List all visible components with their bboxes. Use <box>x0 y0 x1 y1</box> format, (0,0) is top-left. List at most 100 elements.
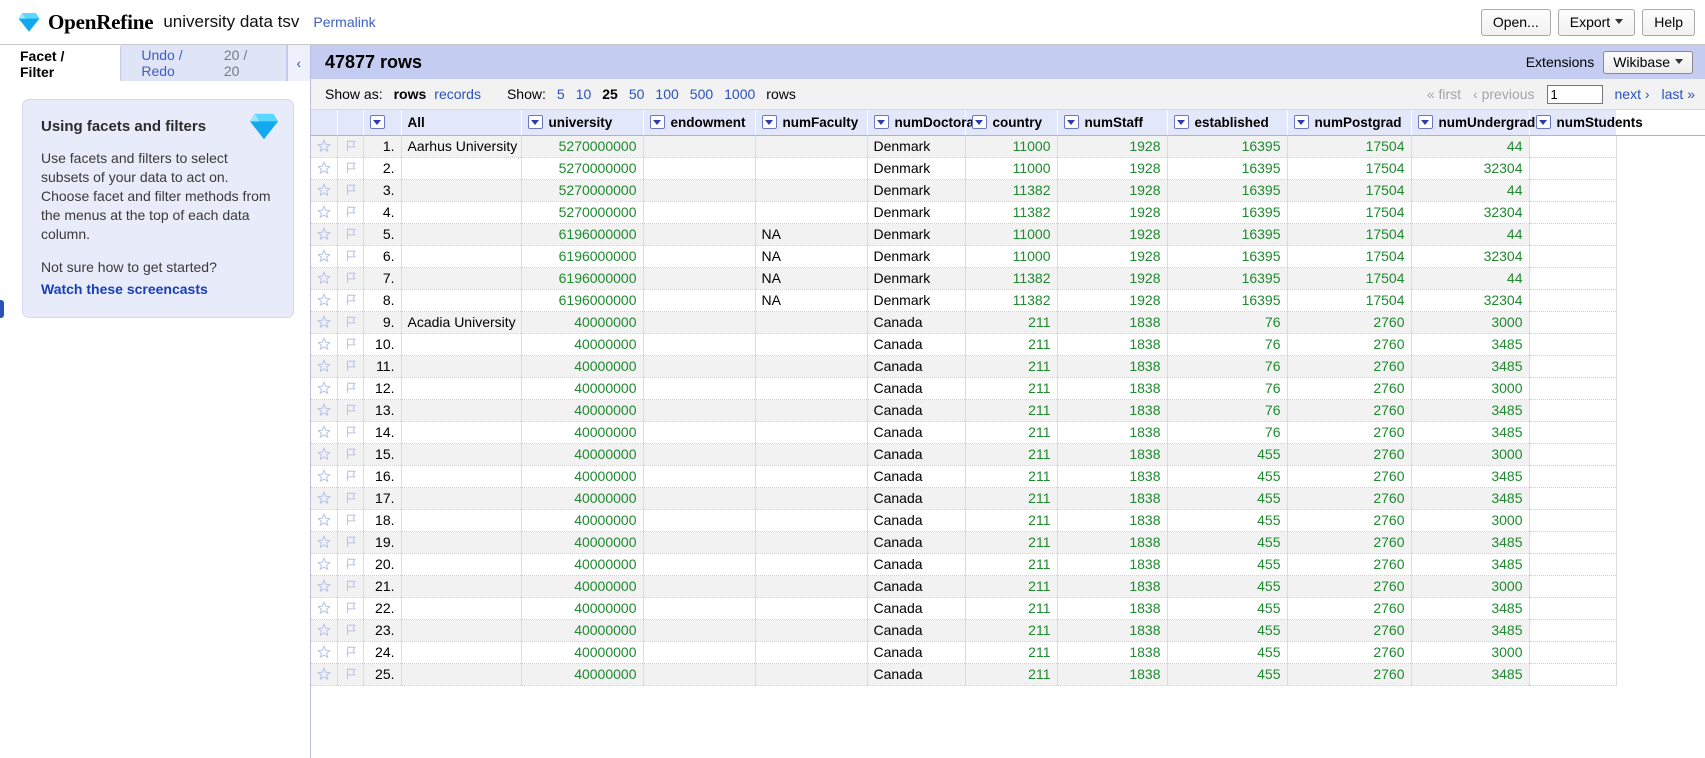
cell-numfaculty[interactable] <box>643 245 756 268</box>
cell-numdoctoral[interactable] <box>755 443 868 466</box>
cell-numpostgrad[interactable]: 76 <box>1167 377 1288 400</box>
table-row[interactable]: 11. 40000000 Canada 211 1838 76 2760 3485 <box>311 355 1705 378</box>
cell-country[interactable]: Canada <box>867 619 966 642</box>
cell-numfaculty[interactable] <box>643 421 756 444</box>
cell-numdoctoral[interactable] <box>755 487 868 510</box>
cell-numundergrad[interactable]: 2760 <box>1287 333 1412 356</box>
cell-numfaculty[interactable] <box>643 399 756 422</box>
cell-endowment[interactable]: 40000000 <box>521 355 644 378</box>
star-icon[interactable] <box>311 377 338 400</box>
header-col-numpostgrad[interactable]: numPostgrad <box>1287 110 1412 136</box>
cell-established[interactable]: 1928 <box>1057 245 1168 268</box>
cell-numfaculty[interactable] <box>643 355 756 378</box>
cell-university[interactable] <box>401 355 522 378</box>
collapse-sidebar-icon[interactable]: ‹ <box>286 45 310 81</box>
star-icon[interactable] <box>311 421 338 444</box>
next-page-link[interactable]: next › <box>1615 86 1650 102</box>
cell-established[interactable]: 1838 <box>1057 399 1168 422</box>
flag-icon[interactable] <box>337 245 364 268</box>
cell-numdoctoral[interactable] <box>755 311 868 334</box>
cell-numdoctoral[interactable]: NA <box>755 245 868 268</box>
cell-numfaculty[interactable] <box>643 377 756 400</box>
cell-numstaff[interactable]: 211 <box>965 487 1058 510</box>
cell-numfaculty[interactable] <box>643 223 756 246</box>
cell-numdoctoral[interactable] <box>755 421 868 444</box>
export-button[interactable]: Export <box>1557 8 1636 36</box>
star-icon[interactable] <box>311 289 338 312</box>
cell-university[interactable] <box>401 619 522 642</box>
page-size-5[interactable]: 5 <box>553 85 569 103</box>
cell-numfaculty[interactable] <box>643 509 756 532</box>
cell-country[interactable]: Denmark <box>867 223 966 246</box>
cell-numdoctoral[interactable]: NA <box>755 289 868 312</box>
cell-university[interactable] <box>401 377 522 400</box>
cell-numdoctoral[interactable] <box>755 641 868 664</box>
cell-numundergrad[interactable]: 17504 <box>1287 267 1412 290</box>
cell-numstudents[interactable]: 3485 <box>1411 465 1530 488</box>
first-page-link[interactable]: « first <box>1427 86 1461 102</box>
table-row[interactable]: 12. 40000000 Canada 211 1838 76 2760 3000 <box>311 377 1705 400</box>
cell-numfaculty[interactable] <box>643 641 756 664</box>
table-row[interactable]: 7. 6196000000 NA Denmark 11382 1928 16395 17504… <box>311 267 1705 290</box>
cell-university[interactable] <box>401 267 522 290</box>
cell-university[interactable] <box>401 223 522 246</box>
cell-numstudents[interactable]: 32304 <box>1411 245 1530 268</box>
flag-icon[interactable] <box>337 619 364 642</box>
cell-numdoctoral[interactable] <box>755 663 868 686</box>
cell-established[interactable]: 1838 <box>1057 465 1168 488</box>
cell-numundergrad[interactable]: 17504 <box>1287 179 1412 202</box>
column-menu-icon-numpostgrad[interactable] <box>1293 115 1309 130</box>
cell-numundergrad[interactable]: 2760 <box>1287 487 1412 510</box>
cell-numdoctoral[interactable] <box>755 597 868 620</box>
cell-numstudents[interactable]: 3485 <box>1411 663 1530 686</box>
star-icon[interactable] <box>311 223 338 246</box>
column-menu-icon-numstaff[interactable] <box>1063 115 1079 130</box>
column-menu-icon-numfaculty[interactable] <box>761 115 777 130</box>
flag-icon[interactable] <box>337 663 364 686</box>
star-icon[interactable] <box>311 311 338 334</box>
cell-numdoctoral[interactable] <box>755 619 868 642</box>
cell-established[interactable]: 1928 <box>1057 201 1168 224</box>
cell-country[interactable]: Canada <box>867 377 966 400</box>
cell-numdoctoral[interactable] <box>755 377 868 400</box>
cell-numpostgrad[interactable]: 455 <box>1167 663 1288 686</box>
cell-endowment[interactable]: 40000000 <box>521 509 644 532</box>
cell-endowment[interactable]: 40000000 <box>521 421 644 444</box>
cell-numundergrad[interactable]: 2760 <box>1287 663 1412 686</box>
flag-icon[interactable] <box>337 509 364 532</box>
help-button[interactable]: Help <box>1642 8 1695 36</box>
cell-numpostgrad[interactable]: 76 <box>1167 333 1288 356</box>
cell-endowment[interactable]: 40000000 <box>521 641 644 664</box>
cell-numfaculty[interactable] <box>643 597 756 620</box>
page-size-500[interactable]: 500 <box>686 85 717 103</box>
star-icon[interactable] <box>311 575 338 598</box>
star-icon[interactable] <box>311 443 338 466</box>
table-row[interactable]: 4. 5270000000 Denmark 11382 1928 16395 17504 32… <box>311 201 1705 224</box>
column-menu-icon-numundergrad[interactable] <box>1417 115 1433 130</box>
column-menu-icon-country[interactable] <box>971 115 987 130</box>
cell-numstudents[interactable]: 3000 <box>1411 575 1530 598</box>
cell-established[interactable]: 1928 <box>1057 289 1168 312</box>
cell-numpostgrad[interactable]: 455 <box>1167 531 1288 554</box>
flag-icon[interactable] <box>337 311 364 334</box>
cell-numstaff[interactable]: 211 <box>965 597 1058 620</box>
star-icon[interactable] <box>311 531 338 554</box>
cell-numstaff[interactable]: 211 <box>965 641 1058 664</box>
cell-numpostgrad[interactable]: 455 <box>1167 487 1288 510</box>
cell-established[interactable]: 1838 <box>1057 333 1168 356</box>
cell-established[interactable]: 1838 <box>1057 663 1168 686</box>
cell-endowment[interactable]: 40000000 <box>521 399 644 422</box>
table-row[interactable]: 9. Acadia University 40000000 Canada 211 1838… <box>311 311 1705 334</box>
cell-established[interactable]: 1838 <box>1057 421 1168 444</box>
cell-numpostgrad[interactable]: 455 <box>1167 641 1288 664</box>
cell-numpostgrad[interactable]: 455 <box>1167 509 1288 532</box>
cell-numfaculty[interactable] <box>643 487 756 510</box>
cell-endowment[interactable]: 6196000000 <box>521 223 644 246</box>
star-icon[interactable] <box>311 157 338 180</box>
page-number-input[interactable] <box>1546 84 1603 104</box>
cell-country[interactable]: Canada <box>867 487 966 510</box>
cell-numstaff[interactable]: 11000 <box>965 157 1058 180</box>
cell-country[interactable]: Canada <box>867 443 966 466</box>
table-row[interactable]: 23. 40000000 Canada 211 1838 455 2760 3485 <box>311 619 1705 642</box>
flag-icon[interactable] <box>337 223 364 246</box>
